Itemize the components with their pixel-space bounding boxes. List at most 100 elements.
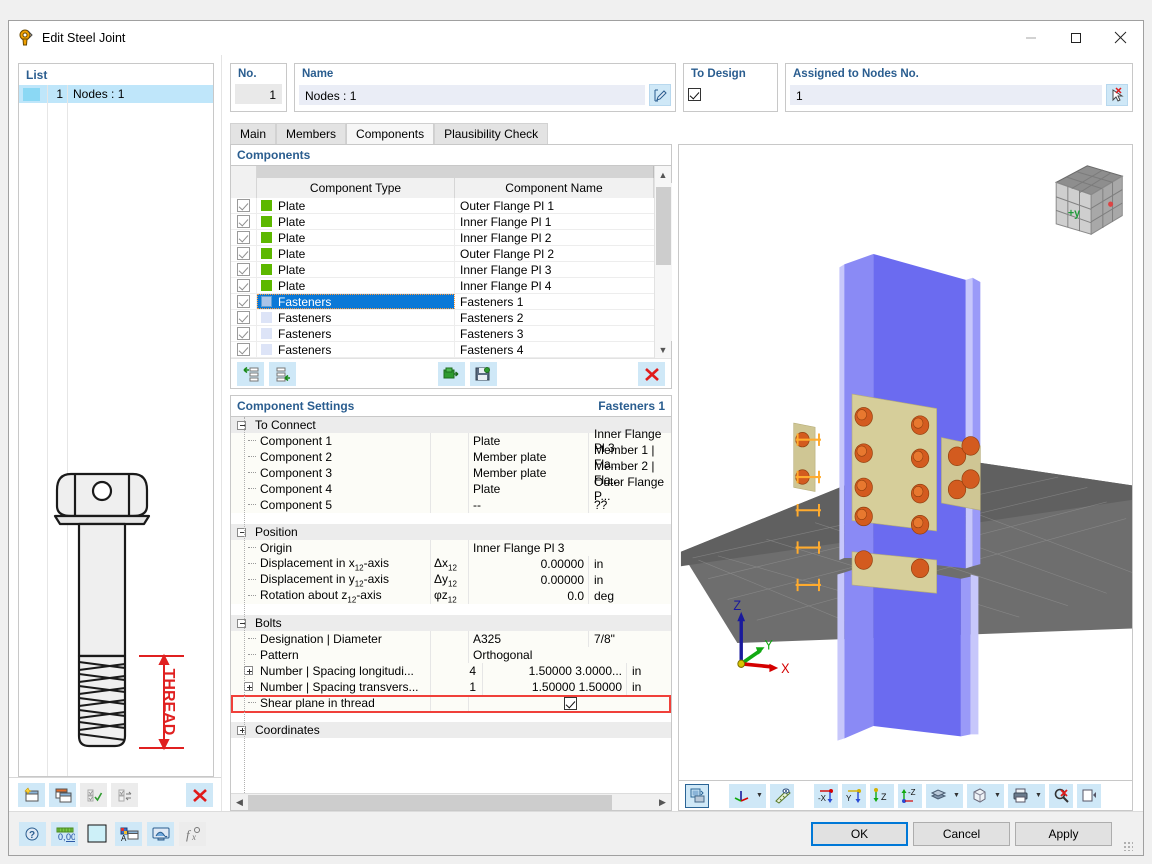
- scroll-thumb[interactable]: [655, 187, 671, 265]
- coordinate-system-dropdown-icon[interactable]: ▼: [753, 783, 766, 808]
- scroll-track[interactable]: [654, 183, 672, 341]
- table-row[interactable]: Plate Inner Flange Pl 1: [231, 214, 654, 230]
- maximize-button[interactable]: [1053, 21, 1098, 55]
- render-mode-button[interactable]: [685, 783, 709, 808]
- check-all-button[interactable]: [80, 782, 107, 807]
- tab-members[interactable]: Members: [276, 123, 347, 144]
- settings-row[interactable]: Origin Inner Flange Pl 3: [231, 540, 671, 556]
- no-label: No.: [238, 68, 257, 80]
- settings-horizontal-scrollbar[interactable]: ◀ ▶: [231, 793, 671, 810]
- import-component-button[interactable]: [437, 361, 465, 386]
- coordinate-system-button[interactable]: [729, 783, 753, 808]
- table-row[interactable]: Fasteners Fasteners 1: [231, 294, 654, 310]
- table-row[interactable]: Fasteners Fasteners 4: [231, 342, 654, 358]
- settings-row[interactable]: Component 5 --??: [231, 497, 671, 513]
- component-type-cell: Plate: [257, 198, 455, 213]
- tab-main[interactable]: Main: [230, 123, 277, 144]
- table-row[interactable]: Plate Inner Flange Pl 2: [231, 230, 654, 246]
- print-dropdown-icon[interactable]: ▼: [1032, 783, 1045, 808]
- view-minus-z-button[interactable]: -Z: [898, 783, 922, 808]
- table-row[interactable]: Plate Inner Flange Pl 3: [231, 262, 654, 278]
- component-enabled-checkbox[interactable]: [231, 342, 257, 357]
- delete-item-button[interactable]: [186, 782, 213, 807]
- components-vertical-scrollbar[interactable]: ▲ ▼: [654, 166, 672, 358]
- scroll-up-icon[interactable]: ▲: [655, 166, 672, 183]
- box-view-button[interactable]: [967, 783, 991, 808]
- edit-pencil-icon[interactable]: [649, 84, 671, 106]
- print-button[interactable]: [1008, 783, 1032, 808]
- invert-selection-button[interactable]: [111, 782, 138, 807]
- ok-button[interactable]: OK: [811, 821, 908, 846]
- minimize-button[interactable]: [1008, 21, 1053, 55]
- expander-icon[interactable]: [244, 682, 253, 691]
- list-item-number: 1: [56, 87, 63, 101]
- table-row[interactable]: Fasteners Fasteners 2: [231, 310, 654, 326]
- settings-group-header[interactable]: Position: [231, 524, 671, 540]
- layers-dropdown-icon[interactable]: ▼: [950, 783, 963, 808]
- panel-toggle-button[interactable]: [1077, 783, 1101, 808]
- pick-node-icon[interactable]: [1106, 84, 1128, 106]
- help-button[interactable]: ?: [19, 821, 46, 846]
- view-z-button[interactable]: Z: [870, 783, 894, 808]
- save-component-button[interactable]: [469, 361, 497, 386]
- tab-plausibility-check[interactable]: Plausibility Check: [434, 123, 549, 144]
- color-swatch-button[interactable]: [83, 822, 110, 846]
- component-enabled-checkbox[interactable]: [231, 326, 257, 341]
- expander-icon[interactable]: [244, 666, 253, 675]
- copy-item-button[interactable]: [49, 782, 76, 807]
- graphic-button[interactable]: [147, 821, 174, 846]
- settings-group-header[interactable]: Bolts: [231, 615, 671, 631]
- view-y-button[interactable]: Y: [842, 783, 866, 808]
- layers-button[interactable]: [926, 783, 950, 808]
- apply-button[interactable]: Apply: [1015, 821, 1112, 846]
- settings-group-header[interactable]: Coordinates: [231, 722, 671, 738]
- component-enabled-checkbox[interactable]: [231, 294, 257, 309]
- settings-row[interactable]: Pattern Orthogonal: [231, 647, 671, 663]
- insert-component-before-button[interactable]: [237, 361, 264, 386]
- table-row[interactable]: Plate Inner Flange Pl 4: [231, 278, 654, 294]
- component-enabled-checkbox[interactable]: [231, 262, 257, 277]
- settings-row[interactable]: Number | Spacing longitudi... 4 1.50000 3.…: [231, 663, 671, 679]
- new-item-button[interactable]: [18, 782, 45, 807]
- zoom-reset-button[interactable]: [1049, 783, 1073, 808]
- component-enabled-checkbox[interactable]: [231, 214, 257, 229]
- view-minus-x-button[interactable]: -X: [814, 783, 838, 808]
- to-design-checkbox[interactable]: [688, 87, 701, 101]
- settings-row[interactable]: Displacement in x12-axis Δx12 0.00000 in: [231, 556, 671, 572]
- function-button[interactable]: f x: [179, 821, 206, 846]
- display-properties-button[interactable]: A: [115, 821, 142, 846]
- no-value: 1: [235, 84, 282, 104]
- component-enabled-checkbox[interactable]: [231, 278, 257, 293]
- hscroll-thumb[interactable]: [248, 794, 612, 810]
- component-enabled-checkbox[interactable]: [231, 310, 257, 325]
- checkbox-glyph: [237, 247, 250, 260]
- scroll-down-icon[interactable]: ▼: [655, 341, 672, 358]
- model-3d-view[interactable]: +y Z Y X: [678, 144, 1133, 781]
- box-view-dropdown-icon[interactable]: ▼: [991, 783, 1004, 808]
- measure-button[interactable]: [770, 783, 794, 808]
- list-item[interactable]: 1 Nodes : 1: [19, 85, 213, 103]
- resize-grip[interactable]: [1123, 841, 1133, 851]
- hscroll-track[interactable]: [248, 794, 654, 811]
- settings-row[interactable]: Component 4 Plate Outer Flange P...: [231, 475, 671, 503]
- units-button[interactable]: 0, 00: [51, 821, 78, 846]
- hscroll-right-icon[interactable]: ▶: [654, 797, 671, 808]
- settings-row[interactable]: Displacement in y12-axis Δy12 0.00000 in: [231, 572, 671, 588]
- component-enabled-checkbox[interactable]: [231, 230, 257, 245]
- delete-component-button[interactable]: [638, 361, 665, 386]
- component-enabled-checkbox[interactable]: [231, 198, 257, 213]
- table-row[interactable]: Plate Outer Flange Pl 2: [231, 246, 654, 262]
- name-input[interactable]: Nodes : 1: [299, 85, 645, 105]
- tab-components[interactable]: Components: [346, 123, 435, 144]
- settings-row[interactable]: Rotation about z12-axis φz12 0.0 deg: [231, 588, 671, 604]
- close-button[interactable]: [1098, 21, 1143, 55]
- settings-row[interactable]: Number | Spacing transvers... 1 1.50000 1.…: [231, 679, 671, 695]
- table-row[interactable]: Fasteners Fasteners 3: [231, 326, 654, 342]
- assigned-nodes-input[interactable]: 1: [790, 85, 1102, 105]
- insert-component-after-button[interactable]: [269, 361, 296, 386]
- settings-row[interactable]: Designation | Diameter A325 7/8": [231, 631, 671, 647]
- component-enabled-checkbox[interactable]: [231, 246, 257, 261]
- hscroll-left-icon[interactable]: ◀: [231, 797, 248, 808]
- table-row[interactable]: Plate Outer Flange Pl 1: [231, 198, 654, 214]
- cancel-button[interactable]: Cancel: [913, 821, 1010, 846]
